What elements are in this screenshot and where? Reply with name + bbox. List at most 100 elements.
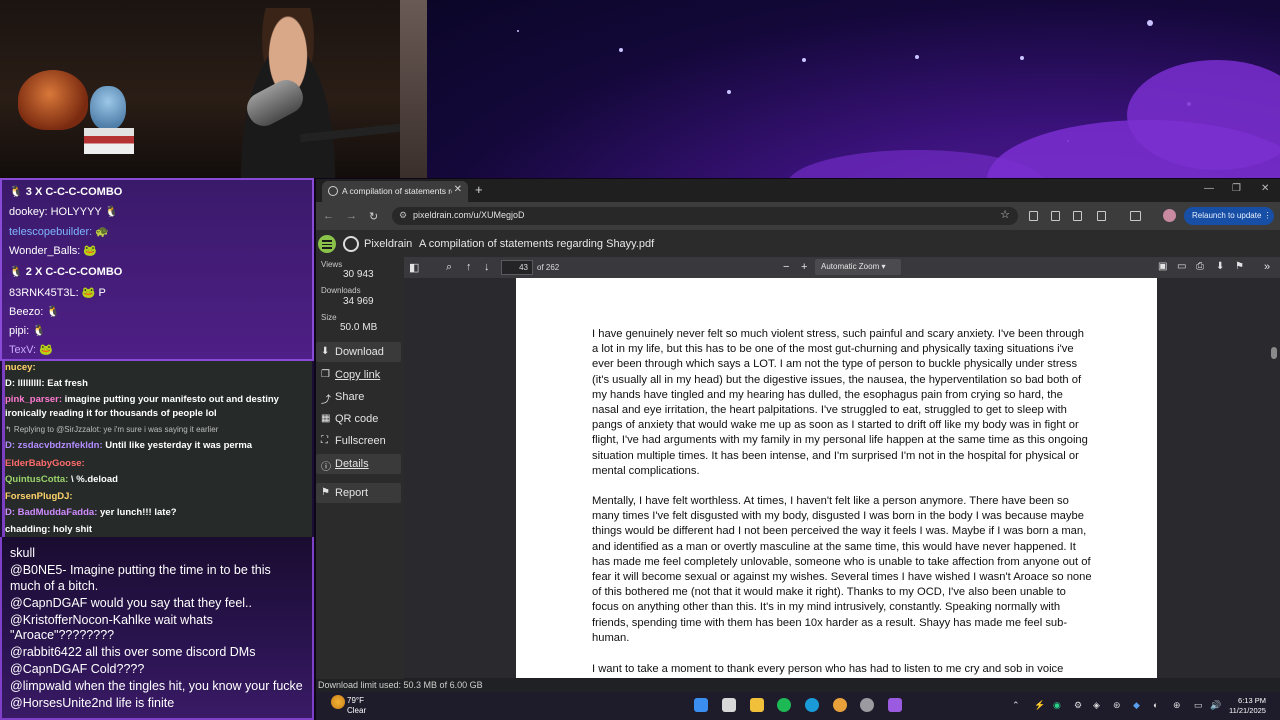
- views-label: Views: [321, 260, 343, 269]
- chat-message: @HorsesUnite2nd life is finite: [10, 696, 175, 710]
- chat-message: dookey: HOLYYYY 🐧: [9, 206, 119, 218]
- print-icon[interactable]: ⎙: [1196, 261, 1204, 272]
- chat-message: Wonder_Balls: 🐸: [9, 245, 98, 257]
- chat-message: @CapnDGAF would you say that they feel..: [10, 596, 252, 610]
- bookmark-icon[interactable]: ⚑: [1235, 261, 1244, 272]
- zoom-in-icon[interactable]: +: [801, 261, 807, 273]
- tab-title: A compilation of statements re: [342, 186, 452, 196]
- chat-message: 83RNK45T3L: 🐸 P: [9, 287, 106, 299]
- menu-icon[interactable]: [318, 235, 336, 253]
- reload-icon[interactable]: ↻: [369, 210, 378, 223]
- close-tab-icon[interactable]: ✕: [454, 184, 462, 195]
- tools-menu-icon[interactable]: »: [1264, 261, 1270, 273]
- details-button[interactable]: ⓘ Details: [316, 454, 401, 474]
- new-tab-icon[interactable]: +: [475, 182, 483, 197]
- chat-message: D: BadMuddaFadda: yer lunch!!! late?: [5, 507, 177, 518]
- weather-widget[interactable]: 79°F Clear: [347, 696, 366, 716]
- volume-icon[interactable]: 🔊: [1210, 700, 1221, 711]
- relaunch-button[interactable]: Relaunch to update ⋮: [1184, 207, 1274, 225]
- brand-name[interactable]: Pixeldrain: [364, 238, 412, 250]
- tray-app-icon[interactable]: ◈: [1093, 700, 1100, 711]
- downloads-label: Downloads: [321, 286, 361, 295]
- open-file-icon[interactable]: ▭: [1177, 261, 1186, 272]
- back-icon[interactable]: ←: [323, 210, 334, 222]
- pixeldrain-logo-icon[interactable]: [343, 236, 359, 252]
- chat-message: much of a bitch.: [10, 579, 99, 593]
- network-icon[interactable]: ▭: [1194, 700, 1203, 711]
- sidebar-toggle-icon[interactable]: ◧: [409, 261, 419, 274]
- flag-icon: ⚑: [321, 487, 330, 498]
- tray-app-icon[interactable]: ⚙: [1074, 700, 1082, 711]
- pixeldrain-favicon-icon: [328, 186, 338, 196]
- chat-message: pipi: 🐧: [9, 325, 46, 337]
- tray-app-icon[interactable]: ◆: [1133, 700, 1140, 711]
- download-button[interactable]: ⬇ Download: [316, 342, 401, 362]
- site-info-icon[interactable]: ⚙: [399, 210, 407, 221]
- chat-message: TexV: 🐸: [9, 344, 53, 356]
- chat-message: 🐧 2 X C-C-C-COMBO: [9, 266, 123, 278]
- file-explorer-icon[interactable]: [750, 698, 764, 712]
- previous-page-icon[interactable]: ↑: [466, 261, 472, 273]
- chat-message: telescopebuilder: 🐢: [9, 226, 109, 238]
- download-icon: ⬇: [321, 346, 330, 357]
- pdf-paragraph: Mentally, I have felt worthless. At time…: [592, 495, 1092, 644]
- tray-app-icon[interactable]: ⚡: [1034, 700, 1045, 711]
- extension-trash-icon[interactable]: [1051, 211, 1060, 221]
- clock[interactable]: 6:13 PM 11/21/2025: [1229, 696, 1266, 716]
- chat-message: pink_parser: imagine putting your manife…: [5, 394, 279, 405]
- next-page-icon[interactable]: ↓: [484, 261, 490, 273]
- tray-app-icon[interactable]: ⊕: [1173, 700, 1181, 711]
- find-icon[interactable]: ⌕: [446, 261, 452, 274]
- chat-message: @rabbit6422 all this over some discord D…: [10, 645, 256, 659]
- qr-code-icon: ▦: [321, 413, 331, 424]
- tab-search-icon[interactable]: [1130, 211, 1141, 221]
- spotify-icon[interactable]: [777, 698, 791, 712]
- maximize-icon[interactable]: ❐: [1232, 183, 1241, 194]
- edge-icon[interactable]: [805, 698, 819, 712]
- copy-link-button[interactable]: ❐ Copy link: [316, 365, 401, 385]
- figurine-image: [90, 86, 126, 130]
- profile-avatar[interactable]: [1163, 209, 1176, 222]
- weather-icon[interactable]: [331, 695, 345, 709]
- report-button[interactable]: ⚑ Report: [316, 483, 401, 503]
- app-icon[interactable]: [860, 698, 874, 712]
- fullscreen-button[interactable]: ⛶ Fullscreen: [316, 431, 401, 451]
- minimize-icon[interactable]: —: [1204, 183, 1214, 194]
- zoom-select[interactable]: Automatic Zoom ▾: [815, 259, 901, 275]
- browser-tab[interactable]: A compilation of statements re ✕: [322, 181, 468, 202]
- steam-icon[interactable]: ⊛: [1113, 700, 1121, 711]
- qr-code-button[interactable]: ▦ QR code: [316, 409, 401, 429]
- chat-message: chadding: holy shit: [5, 524, 93, 535]
- scrollbar-thumb[interactable]: [1271, 347, 1277, 359]
- extensions-puzzle-icon[interactable]: [1097, 211, 1106, 221]
- space-background: [427, 0, 1280, 178]
- page-number-input[interactable]: 43: [501, 260, 533, 275]
- chat-message: ironically reading it for thousands of p…: [5, 408, 217, 419]
- share-button[interactable]: ⤴ Share: [316, 387, 401, 407]
- chat-message: @KristofferNocon-Kahlke wait whats: [10, 613, 213, 627]
- chat-message: 🐧 3 X C-C-C-COMBO: [9, 186, 123, 198]
- extension-m-icon[interactable]: [1073, 211, 1082, 221]
- start-icon[interactable]: [694, 698, 708, 712]
- tray-app-icon[interactable]: ◐: [1153, 700, 1158, 710]
- extension-doc-icon[interactable]: [1029, 211, 1038, 221]
- presentation-icon[interactable]: ▣: [1158, 261, 1167, 272]
- info-icon: ⓘ: [321, 462, 331, 473]
- size-value: 50.0 MB: [340, 322, 378, 333]
- chrome-icon[interactable]: [833, 698, 847, 712]
- chat-message: "Aroace"????????: [10, 628, 115, 642]
- tray-chevron-icon[interactable]: ⌃: [1012, 700, 1020, 711]
- chat-reply: ↰ Replying to @SirJzzalot: ye i'm sure i…: [5, 425, 219, 434]
- address-bar[interactable]: ⚙ pixeldrain.com/u/XUMegjoD ☆: [392, 207, 1018, 225]
- bookmark-star-icon[interactable]: ☆: [1000, 208, 1010, 221]
- chat-message: Beezo: 🐧: [9, 306, 61, 318]
- save-icon[interactable]: ⬇: [1216, 261, 1224, 272]
- zoom-out-icon[interactable]: −: [783, 261, 789, 273]
- window-image: [400, 0, 427, 178]
- tray-app-icon[interactable]: ◉: [1053, 700, 1061, 711]
- task-view-icon[interactable]: [722, 698, 736, 712]
- views-value: 30 943: [343, 269, 374, 280]
- close-window-icon[interactable]: ✕: [1261, 183, 1269, 194]
- forward-icon[interactable]: →: [346, 210, 357, 222]
- streaming-app-icon[interactable]: [888, 698, 902, 712]
